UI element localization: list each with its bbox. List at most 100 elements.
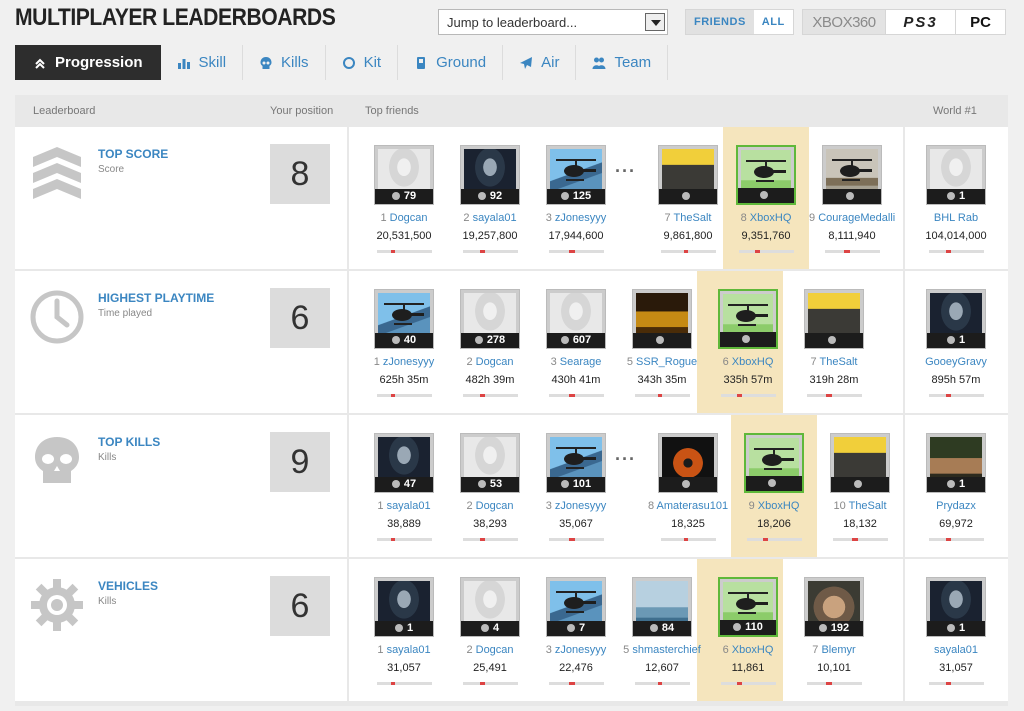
tab-kills[interactable]: Kills (243, 45, 326, 80)
avatar[interactable]: 1 (926, 145, 986, 205)
player-name-link[interactable]: 1 sayala01 (361, 644, 447, 656)
avatar[interactable] (658, 145, 718, 205)
avatar[interactable] (718, 289, 778, 349)
friend-entry[interactable]: 47 1 sayala01 38,889 (361, 415, 447, 557)
friend-entry[interactable]: 192 7 Blemyr 10,101 (791, 559, 877, 701)
filter-friends-button[interactable]: FRIENDS (686, 10, 754, 34)
avatar[interactable] (744, 433, 804, 493)
leaderboard-name-link[interactable]: TOP SCORE (98, 147, 168, 161)
player-name-link[interactable]: 3 Searage (533, 356, 619, 368)
avatar[interactable] (736, 145, 796, 205)
player-name-link[interactable]: 9 CourageMedallion (809, 212, 895, 224)
player-name-link[interactable]: 1 Dogcan (361, 212, 447, 224)
avatar[interactable]: 101 (546, 433, 606, 493)
friend-entry[interactable]: 79 1 Dogcan 20,531,500 (361, 127, 447, 269)
friend-entry[interactable]: 125 3 zJonesyyy 17,944,600 (533, 127, 619, 269)
avatar[interactable]: 125 (546, 145, 606, 205)
player-name-link[interactable]: 6 XboxHQ (705, 644, 791, 656)
player-name-link[interactable]: BHL Rab (913, 212, 999, 224)
friend-entry[interactable]: 84 5 shmasterchief 12,607 (619, 559, 705, 701)
chevron-down-icon[interactable] (645, 13, 665, 31)
friend-entry[interactable]: 53 2 Dogcan 38,293 (447, 415, 533, 557)
player-name-link[interactable]: 5 shmasterchief (619, 644, 705, 656)
friend-entry[interactable]: 4 2 Dogcan 25,491 (447, 559, 533, 701)
tab-team[interactable]: Team (576, 45, 669, 80)
platform-ps3-button[interactable]: PS3 (885, 10, 955, 34)
avatar[interactable]: 607 (546, 289, 606, 349)
avatar[interactable] (632, 289, 692, 349)
friend-entry[interactable]: 6 XboxHQ 335h 57m (705, 271, 791, 413)
friend-entry[interactable]: 40 1 zJonesyyy 625h 35m (361, 271, 447, 413)
friend-entry[interactable]: 110 6 XboxHQ 11,861 (705, 559, 791, 701)
avatar[interactable]: 47 (374, 433, 434, 493)
avatar[interactable]: 7 (546, 577, 606, 637)
friend-entry[interactable]: 607 3 Searage 430h 41m (533, 271, 619, 413)
player-name-link[interactable]: 3 zJonesyyy (533, 500, 619, 512)
player-name-link[interactable]: 8 Amaterasu101 (645, 500, 731, 512)
avatar[interactable]: 110 (718, 577, 778, 637)
player-name-link[interactable]: GooeyGravy (913, 356, 999, 368)
player-name-link[interactable]: 7 Blemyr (791, 644, 877, 656)
player-name-link[interactable]: 1 sayala01 (361, 500, 447, 512)
tab-progression[interactable]: Progression (15, 45, 161, 80)
leaderboard-name-link[interactable]: TOP KILLS (98, 435, 160, 449)
friend-entry[interactable]: 92 2 sayala01 19,257,800 (447, 127, 533, 269)
avatar[interactable]: 53 (460, 433, 520, 493)
player-name-link[interactable]: 5 SSR_Rogue (619, 356, 705, 368)
friend-entry[interactable]: 101 3 zJonesyyy 35,067 (533, 415, 619, 557)
avatar[interactable]: 4 (460, 577, 520, 637)
world-top-player[interactable]: 1 GooeyGravy 895h 57m (913, 271, 999, 413)
world-top-player[interactable]: 1 sayala01 31,057 (913, 559, 999, 701)
tab-kit[interactable]: Kit (326, 45, 399, 80)
player-name-link[interactable]: sayala01 (913, 644, 999, 656)
friend-entry[interactable]: 8 Amaterasu101 18,325 (645, 415, 731, 557)
avatar[interactable] (804, 289, 864, 349)
avatar[interactable]: 92 (460, 145, 520, 205)
friend-entry[interactable]: 7 TheSalt 9,861,800 (645, 127, 731, 269)
avatar[interactable]: 1 (926, 289, 986, 349)
player-name-link[interactable]: 7 TheSalt (645, 212, 731, 224)
friend-entry[interactable]: 11 sayala01 31,057 (361, 559, 447, 701)
player-name-link[interactable]: 6 XboxHQ (705, 356, 791, 368)
player-name-link[interactable]: 8 XboxHQ (723, 212, 809, 224)
avatar[interactable]: 1 (926, 577, 986, 637)
world-top-player[interactable]: 1 Prydazx 69,972 (913, 415, 999, 557)
player-name-link[interactable]: 1 zJonesyyy (361, 356, 447, 368)
player-name-link[interactable]: 3 zJonesyyy (533, 644, 619, 656)
world-top-player[interactable]: 1 BHL Rab 104,014,000 (913, 127, 999, 269)
leaderboard-name-link[interactable]: HIGHEST PLAYTIME (98, 291, 214, 305)
platform-xbox360-button[interactable]: XBOX360 (803, 10, 885, 34)
tab-skill[interactable]: Skill (161, 45, 244, 80)
leaderboard-name-link[interactable]: VEHICLES (98, 579, 158, 593)
avatar[interactable] (822, 145, 882, 205)
avatar[interactable] (830, 433, 890, 493)
tab-ground[interactable]: Ground (398, 45, 504, 80)
platform-pc-button[interactable]: PC (955, 10, 1005, 34)
player-name-link[interactable]: 2 Dogcan (447, 500, 533, 512)
avatar[interactable]: 40 (374, 289, 434, 349)
player-name-link[interactable]: 2 Dogcan (447, 356, 533, 368)
avatar[interactable]: 1 (374, 577, 434, 637)
avatar[interactable]: 84 (632, 577, 692, 637)
friend-entry[interactable]: 8 XboxHQ 9,351,760 (723, 127, 809, 269)
player-name-link[interactable]: Prydazx (913, 500, 999, 512)
player-name-link[interactable]: 2 Dogcan (447, 644, 533, 656)
player-name-link[interactable]: 3 zJonesyyy (533, 212, 619, 224)
avatar[interactable]: 79 (374, 145, 434, 205)
friend-entry[interactable]: 7 TheSalt 319h 28m (791, 271, 877, 413)
friend-entry[interactable]: 10 TheSalt 18,132 (817, 415, 903, 557)
friend-entry[interactable]: 9 XboxHQ 18,206 (731, 415, 817, 557)
friend-entry[interactable]: 278 2 Dogcan 482h 39m (447, 271, 533, 413)
filter-all-button[interactable]: ALL (754, 10, 793, 34)
player-name-link[interactable]: 10 TheSalt (817, 500, 903, 512)
avatar[interactable] (658, 433, 718, 493)
avatar[interactable]: 278 (460, 289, 520, 349)
player-name-link[interactable]: 9 XboxHQ (731, 500, 817, 512)
friend-entry[interactable]: 9 CourageMedallion 8,111,940 (809, 127, 895, 269)
tab-air[interactable]: Air (503, 45, 577, 80)
jump-to-leaderboard-select[interactable]: Jump to leaderboard... (438, 9, 668, 35)
avatar[interactable]: 1 (926, 433, 986, 493)
avatar[interactable]: 192 (804, 577, 864, 637)
player-name-link[interactable]: 2 sayala01 (447, 212, 533, 224)
player-name-link[interactable]: 7 TheSalt (791, 356, 877, 368)
